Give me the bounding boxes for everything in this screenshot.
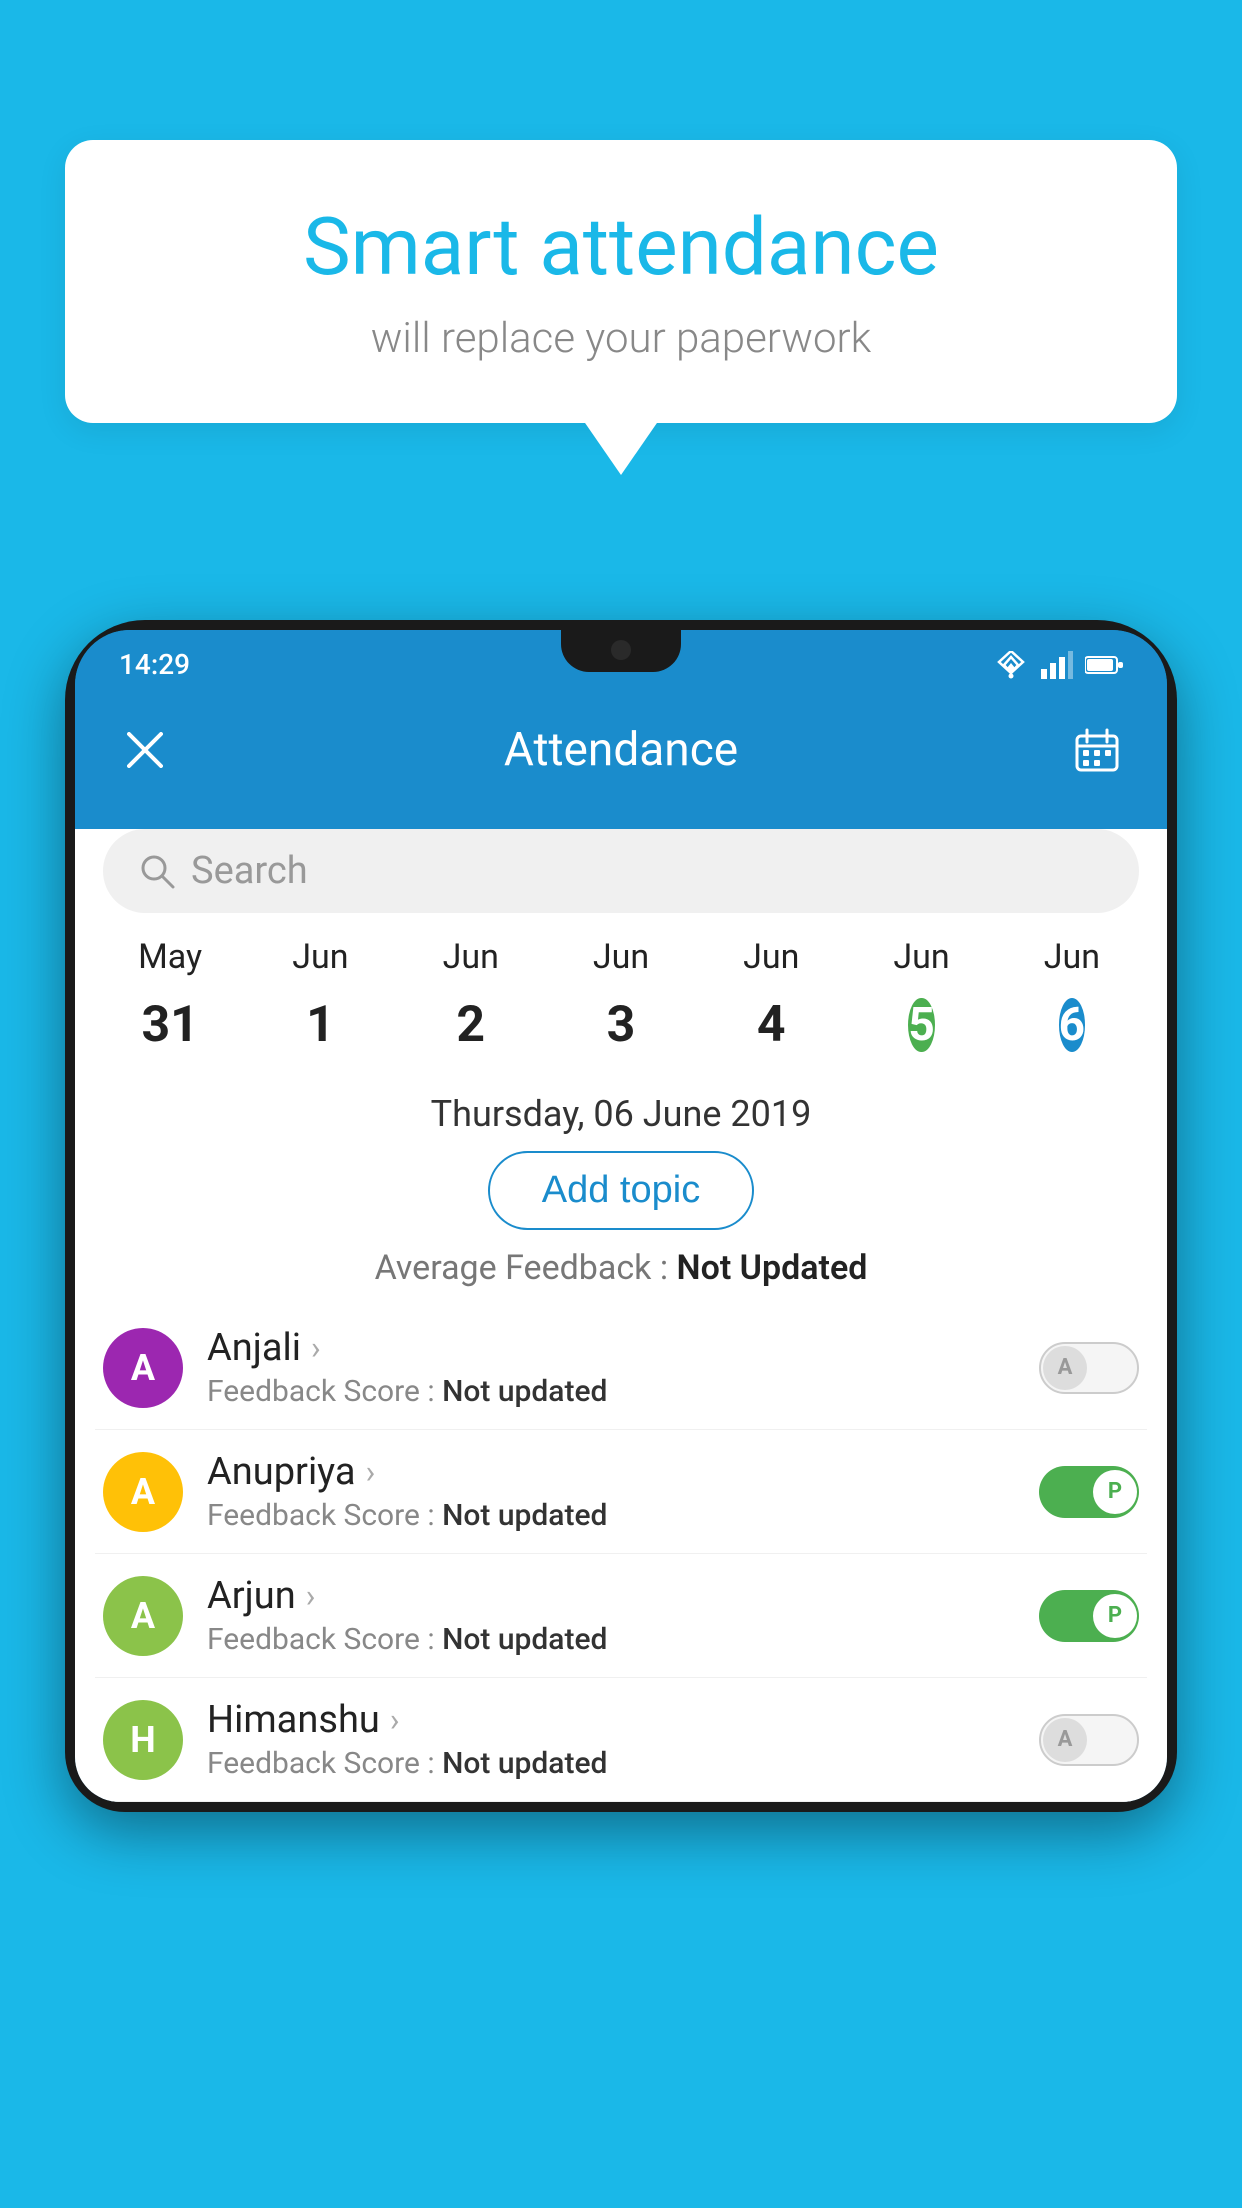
student-item-anjali[interactable]: A Anjali › Feedback Score : Not updated [95,1306,1147,1430]
student-feedback-arjun: Feedback Score : Not updated [207,1622,1039,1657]
chevron-icon: › [390,1701,400,1739]
phone-container: 14:29 [65,620,1177,2208]
toggle-himanshu[interactable]: A [1039,1714,1139,1766]
student-feedback-himanshu: Feedback Score : Not updated [207,1746,1039,1781]
avatar-himanshu: H [103,1700,183,1780]
student-feedback-anjali: Feedback Score : Not updated [207,1374,1039,1409]
phone-notch [561,630,681,672]
student-info-anjali: Anjali › Feedback Score : Not updated [207,1326,1039,1409]
calendar-dates[interactable]: 31 1 2 3 4 5 6 [75,981,1167,1069]
student-item-anupriya[interactable]: A Anupriya › Feedback Score : Not update… [95,1430,1147,1554]
add-topic-button[interactable]: Add topic [488,1151,754,1230]
avg-feedback: Average Feedback : Not Updated [75,1230,1167,1306]
signal-icon [1041,651,1073,679]
cal-month-6: Jun [1007,937,1137,977]
cal-date-2[interactable]: 2 [406,995,536,1055]
cal-month-3: Jun [556,937,686,977]
student-info-himanshu: Himanshu › Feedback Score : Not updated [207,1698,1039,1781]
student-name-anupriya: Anupriya › [207,1450,1039,1494]
status-icons [993,651,1123,679]
cal-date-0[interactable]: 31 [105,995,235,1055]
student-feedback-anupriya: Feedback Score : Not updated [207,1498,1039,1533]
calendar-months: May Jun Jun Jun Jun Jun Jun [75,937,1167,977]
toggle-anjali[interactable]: A [1039,1342,1139,1394]
cal-month-4: Jun [706,937,836,977]
chevron-icon: › [306,1577,316,1615]
cal-date-5[interactable]: 5 [857,981,987,1069]
toggle-anupriya[interactable]: P [1039,1466,1139,1518]
app-header: Attendance [75,695,1167,805]
avg-feedback-label: Average Feedback : [375,1248,669,1288]
wifi-icon [993,651,1029,679]
selected-date-label: Thursday, 06 June 2019 [75,1069,1167,1151]
camera [611,640,631,660]
speech-bubble: Smart attendance will replace your paper… [65,140,1177,423]
speech-bubble-title: Smart attendance [115,200,1127,294]
search-placeholder: Search [191,849,308,893]
cal-month-2: Jun [406,937,536,977]
search-bar[interactable]: Search [103,829,1139,913]
avatar-arjun: A [103,1576,183,1656]
avatar-anupriya: A [103,1452,183,1532]
avg-feedback-value: Not Updated [677,1248,868,1288]
phone-frame: 14:29 [65,620,1177,1812]
cal-month-5: Jun [857,937,987,977]
cal-date-4[interactable]: 4 [706,995,836,1055]
cal-date-3[interactable]: 3 [556,995,686,1055]
cal-month-1: Jun [255,937,385,977]
cal-month-0: May [105,937,235,977]
toggle-arjun[interactable]: P [1039,1590,1139,1642]
student-item-arjun[interactable]: A Arjun › Feedback Score : Not updated [95,1554,1147,1678]
battery-icon [1085,654,1123,676]
phone-screen: 14:29 [75,630,1167,1802]
chevron-icon: › [311,1329,321,1367]
avatar-anjali: A [103,1328,183,1408]
status-time: 14:29 [119,648,190,681]
student-name-arjun: Arjun › [207,1574,1039,1618]
speech-bubble-container: Smart attendance will replace your paper… [65,140,1177,423]
chevron-icon: › [366,1453,376,1491]
close-button[interactable] [119,724,171,776]
student-name-anjali: Anjali › [207,1326,1039,1370]
student-info-anupriya: Anupriya › Feedback Score : Not updated [207,1450,1039,1533]
cal-date-6[interactable]: 6 [1007,981,1137,1069]
calendar-icon[interactable] [1071,724,1123,776]
student-item-himanshu[interactable]: H Himanshu › Feedback Score : Not update… [95,1678,1147,1802]
student-list: A Anjali › Feedback Score : Not updated [75,1306,1167,1802]
app-content: Search May Jun Jun Jun Jun Jun Jun 31 1 … [75,829,1167,1802]
header-title: Attendance [504,723,738,777]
search-icon [139,853,175,889]
student-info-arjun: Arjun › Feedback Score : Not updated [207,1574,1039,1657]
student-name-himanshu: Himanshu › [207,1698,1039,1742]
speech-bubble-subtitle: will replace your paperwork [115,314,1127,363]
cal-date-1[interactable]: 1 [255,995,385,1055]
